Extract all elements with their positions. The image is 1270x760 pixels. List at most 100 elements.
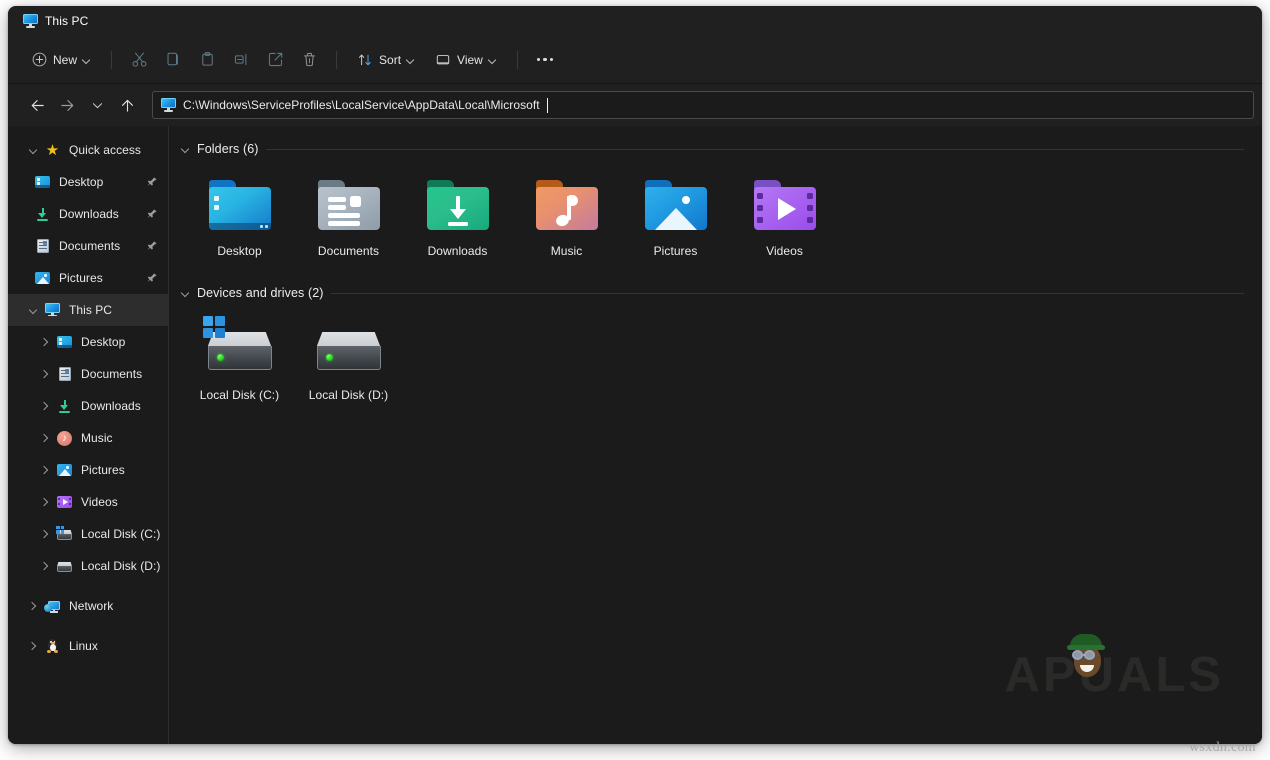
sidebar-item-downloads[interactable]: Downloads bbox=[8, 390, 168, 422]
twisty-collapsed-icon[interactable] bbox=[34, 326, 56, 358]
downloads-icon bbox=[56, 398, 73, 415]
tab-label: This PC bbox=[45, 14, 89, 28]
share-icon bbox=[268, 52, 282, 67]
pin-icon[interactable] bbox=[146, 208, 158, 220]
sidebar-item-documents[interactable]: Documents bbox=[8, 358, 168, 390]
this-pc-monitor-icon bbox=[23, 14, 38, 28]
pin-icon[interactable] bbox=[146, 240, 158, 252]
twisty-expanded-icon[interactable] bbox=[22, 134, 44, 166]
copy-button[interactable] bbox=[156, 44, 190, 76]
twisty-collapsed-icon[interactable] bbox=[22, 590, 44, 622]
cut-button[interactable] bbox=[122, 44, 156, 76]
sidebar-item-desktop[interactable]: Desktop bbox=[8, 326, 168, 358]
desktop-icon bbox=[56, 334, 73, 351]
navigation-pane[interactable]: ★ Quick access Desktop Downloads Documen… bbox=[8, 126, 169, 744]
sidebar-item-quick-desktop[interactable]: Desktop bbox=[8, 166, 168, 198]
sidebar-item-label: Network bbox=[69, 599, 114, 613]
tile-item[interactable]: Local Disk (D:) bbox=[294, 310, 403, 414]
sidebar-item-quick-documents[interactable]: Documents bbox=[8, 230, 168, 262]
twisty-collapsed-icon[interactable] bbox=[34, 550, 56, 582]
sidebar-item-pictures[interactable]: Pictures bbox=[8, 454, 168, 486]
windows-drive-icon bbox=[56, 525, 73, 543]
tile-item[interactable]: Desktop bbox=[185, 166, 294, 270]
sidebar-item-label: Videos bbox=[81, 495, 118, 509]
rename-button[interactable] bbox=[224, 44, 258, 76]
twisty-collapsed-icon[interactable] bbox=[34, 358, 56, 390]
sidebar-item-local-disk-d[interactable]: Local Disk (D:) bbox=[8, 550, 168, 582]
twisty-collapsed-icon[interactable] bbox=[34, 518, 56, 550]
sidebar-item-music[interactable]: ♪ Music bbox=[8, 422, 168, 454]
tile-item[interactable]: Pictures bbox=[621, 166, 730, 270]
paste-button[interactable] bbox=[190, 44, 224, 76]
tile-item[interactable]: Documents bbox=[294, 166, 403, 270]
forward-button[interactable] bbox=[52, 90, 82, 120]
file-list-pane[interactable]: Folders (6) Desktop Documents Downloads … bbox=[169, 126, 1262, 744]
tile-item[interactable]: Downloads bbox=[403, 166, 512, 270]
up-button[interactable] bbox=[112, 90, 142, 120]
group-divider bbox=[265, 148, 1244, 150]
sidebar-item-network[interactable]: Network bbox=[8, 590, 168, 622]
desktop-icon bbox=[34, 174, 51, 191]
tile-item[interactable]: Music bbox=[512, 166, 621, 270]
delete-button[interactable] bbox=[292, 44, 326, 76]
chevron-down-icon[interactable] bbox=[181, 289, 190, 298]
sort-button[interactable]: Sort bbox=[347, 44, 425, 76]
twisty-collapsed-icon[interactable] bbox=[22, 630, 44, 662]
group-title: Devices and drives (2) bbox=[197, 286, 324, 300]
group-header-folders[interactable]: Folders (6) bbox=[169, 138, 1262, 160]
sidebar-item-linux[interactable]: Linux bbox=[8, 630, 168, 662]
trash-icon bbox=[303, 52, 315, 67]
tile-item[interactable]: Local Disk (C:) bbox=[185, 310, 294, 414]
twisty-collapsed-icon[interactable] bbox=[34, 454, 56, 486]
toolbar-divider-1 bbox=[111, 50, 113, 69]
tile-label: Pictures bbox=[653, 244, 698, 258]
sidebar-item-quick-downloads[interactable]: Downloads bbox=[8, 198, 168, 230]
back-button[interactable] bbox=[22, 90, 52, 120]
sidebar-item-local-disk-c[interactable]: Local Disk (C:) bbox=[8, 518, 168, 550]
twisty-expanded-icon[interactable] bbox=[22, 294, 44, 326]
twisty-collapsed-icon[interactable] bbox=[34, 486, 56, 518]
sidebar-item-label: Pictures bbox=[59, 271, 103, 285]
chevron-down-icon[interactable] bbox=[181, 145, 190, 154]
tile-item[interactable]: Videos bbox=[730, 166, 839, 270]
ellipsis-icon bbox=[536, 57, 554, 62]
address-bar[interactable]: C:\Windows\ServiceProfiles\LocalService\… bbox=[152, 91, 1254, 119]
sidebar-item-quick-pictures[interactable]: Pictures bbox=[8, 262, 168, 294]
pin-icon[interactable] bbox=[146, 176, 158, 188]
star-icon: ★ bbox=[45, 141, 60, 159]
explorer-body: ★ Quick access Desktop Downloads Documen… bbox=[8, 126, 1262, 744]
share-button[interactable] bbox=[258, 44, 292, 76]
sort-button-label: Sort bbox=[379, 52, 402, 67]
view-monitor-icon bbox=[436, 54, 450, 64]
this-pc-monitor-icon bbox=[161, 98, 176, 112]
drives-tile-grid: Local Disk (C:) Local Disk (D:) bbox=[169, 310, 1262, 414]
explorer-tab-this-pc[interactable]: This PC bbox=[21, 6, 98, 36]
videos-icon bbox=[56, 494, 73, 511]
pin-icon[interactable] bbox=[146, 272, 158, 284]
address-input-value[interactable]: C:\Windows\ServiceProfiles\LocalService\… bbox=[183, 98, 540, 112]
sidebar-item-label: Downloads bbox=[59, 207, 119, 221]
group-header-devices-and-drives[interactable]: Devices and drives (2) bbox=[169, 282, 1262, 304]
folder-videos-icon bbox=[748, 172, 822, 238]
documents-icon bbox=[34, 238, 51, 255]
sidebar-item-this-pc[interactable]: This PC bbox=[8, 294, 168, 326]
folder-desktop-icon bbox=[203, 172, 277, 238]
new-button[interactable]: New bbox=[22, 44, 101, 76]
recent-locations-button[interactable] bbox=[82, 90, 112, 120]
view-button[interactable]: View bbox=[425, 44, 507, 76]
tile-label: Local Disk (D:) bbox=[308, 388, 389, 402]
command-toolbar: New Sort View bbox=[8, 36, 1262, 84]
toolbar-divider-3 bbox=[516, 50, 518, 69]
tile-label: Desktop bbox=[217, 244, 262, 258]
sidebar-item-quick-access[interactable]: ★ Quick access bbox=[8, 134, 168, 166]
twisty-collapsed-icon[interactable] bbox=[34, 422, 56, 454]
sort-arrows-icon bbox=[359, 54, 371, 65]
twisty-collapsed-icon[interactable] bbox=[34, 390, 56, 422]
see-more-button[interactable] bbox=[528, 44, 562, 76]
arrow-up-icon bbox=[121, 99, 133, 112]
sidebar-item-label: Quick access bbox=[69, 143, 141, 157]
sidebar-item-videos[interactable]: Videos bbox=[8, 486, 168, 518]
drive-icon bbox=[56, 558, 73, 575]
linux-penguin-icon bbox=[44, 638, 61, 655]
